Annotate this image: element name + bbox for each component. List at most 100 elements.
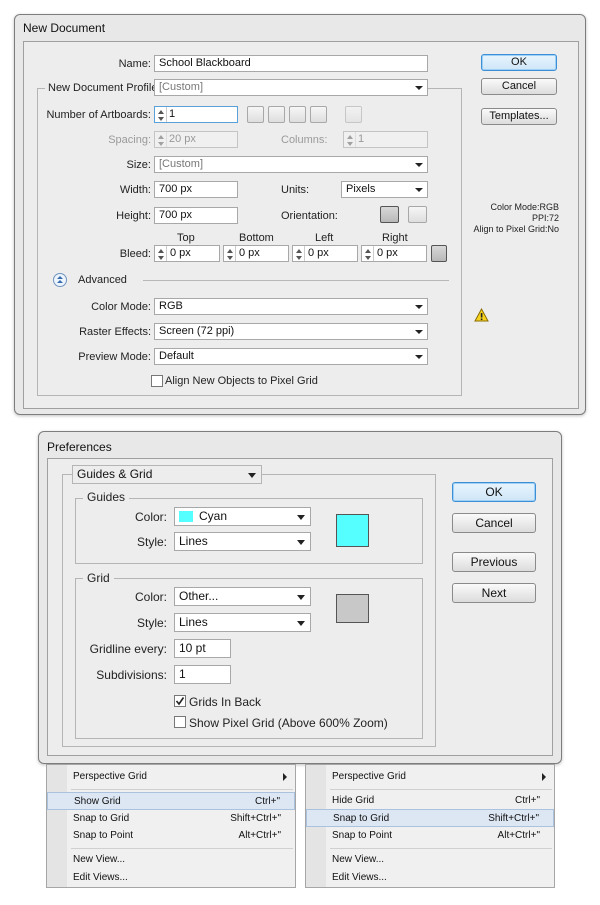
- align-pixel-grid-checkbox[interactable]: [151, 375, 163, 387]
- menu-item-perspective-grid[interactable]: Perspective Grid: [306, 768, 554, 786]
- preferences-dialog: Preferences Guides & Grid Guides Color: …: [38, 431, 562, 764]
- grid-color-select[interactable]: Other...: [174, 587, 311, 606]
- profile-value: [Custom]: [159, 81, 204, 93]
- color-mode-value: RGB: [159, 300, 183, 312]
- chevron-down-icon: [297, 540, 305, 545]
- bleed-top-input[interactable]: 0 px: [154, 245, 220, 262]
- guides-color-label: Color:: [134, 510, 167, 524]
- align-pixel-grid-label: Align New Objects to Pixel Grid: [165, 375, 318, 387]
- menu-item-hide-grid[interactable]: Hide Grid Ctrl+": [306, 792, 554, 810]
- menu-item-snap-to-grid[interactable]: Snap to Grid Shift+Ctrl+": [306, 809, 554, 827]
- grid-color-swatch[interactable]: [336, 594, 369, 623]
- profile-select[interactable]: [Custom]: [154, 79, 428, 96]
- chevron-right-icon: [283, 773, 287, 781]
- guides-color-swatch[interactable]: [336, 514, 369, 547]
- ok-button[interactable]: OK: [481, 54, 557, 71]
- checkmark-icon: [175, 697, 185, 706]
- guides-color-select[interactable]: Cyan: [174, 507, 311, 526]
- previous-button[interactable]: Previous: [452, 552, 536, 572]
- bleed-bottom-stepper-icon[interactable]: [225, 246, 236, 261]
- show-pixel-grid-label: Show Pixel Grid (Above 600% Zoom): [189, 716, 388, 730]
- columns-stepper-icon[interactable]: [345, 132, 356, 147]
- units-label: Units:: [281, 184, 310, 196]
- info-align-pixel-grid: Align to Pixel Grid:No: [473, 224, 559, 234]
- orientation-label: Orientation:: [281, 210, 338, 222]
- cancel-button[interactable]: Cancel: [481, 78, 557, 95]
- bleed-right-stepper-icon[interactable]: [363, 246, 374, 261]
- width-input[interactable]: 700 px: [154, 181, 238, 198]
- chevron-down-icon: [297, 515, 305, 520]
- menu-item-perspective-grid[interactable]: Perspective Grid: [47, 768, 295, 786]
- bleed-top-stepper-icon[interactable]: [156, 246, 167, 261]
- artboards-input[interactable]: 1: [154, 106, 238, 123]
- raster-effects-select[interactable]: Screen (72 ppi): [154, 323, 428, 340]
- menu-item-show-grid[interactable]: Show Grid Ctrl+": [47, 792, 295, 810]
- bleed-bottom-input[interactable]: 0 px: [223, 245, 289, 262]
- menu-item-snap-to-point[interactable]: Snap to Point Alt+Ctrl+": [47, 827, 295, 845]
- arrange-by-column-icon[interactable]: [310, 106, 327, 123]
- spacing-label: Spacing:: [108, 134, 151, 146]
- units-select[interactable]: Pixels: [341, 181, 428, 198]
- columns-value: 1: [358, 133, 365, 145]
- bleed-left-input[interactable]: 0 px: [292, 245, 358, 262]
- dialog-title: New Document: [23, 21, 106, 35]
- spacing-stepper-icon[interactable]: [156, 132, 167, 147]
- size-select[interactable]: [Custom]: [154, 156, 428, 173]
- ok-button[interactable]: OK: [452, 482, 536, 502]
- bleed-left-stepper-icon[interactable]: [294, 246, 305, 261]
- bleed-top-value: 0 px: [170, 247, 191, 259]
- subdivisions-label: Subdivisions:: [96, 668, 167, 682]
- preview-mode-select[interactable]: Default: [154, 348, 428, 365]
- advanced-label: Advanced: [78, 274, 127, 286]
- chevron-down-icon: [415, 163, 423, 167]
- gridline-every-input[interactable]: 10 pt: [174, 639, 231, 658]
- link-bleed-icon[interactable]: [431, 245, 447, 262]
- section-select[interactable]: Guides & Grid: [72, 465, 262, 484]
- grid-by-row-icon[interactable]: [247, 106, 264, 123]
- warning-icon: [474, 308, 489, 322]
- bleed-right-input[interactable]: 0 px: [361, 245, 427, 262]
- columns-label: Columns:: [281, 134, 328, 146]
- grids-in-back-checkbox[interactable]: [174, 695, 186, 707]
- color-mode-select[interactable]: RGB: [154, 298, 428, 315]
- change-layout-direction-icon[interactable]: [345, 106, 362, 123]
- chevron-down-icon: [297, 621, 305, 626]
- spacing-input[interactable]: 20 px: [154, 131, 238, 148]
- columns-input[interactable]: 1: [343, 131, 428, 148]
- grid-style-select[interactable]: Lines: [174, 613, 311, 632]
- menu-item-snap-to-point[interactable]: Snap to Point Alt+Ctrl+": [306, 827, 554, 845]
- bleed-right-label: Right: [382, 232, 408, 244]
- portrait-orientation-icon[interactable]: [380, 206, 399, 223]
- grids-in-back-label: Grids In Back: [189, 695, 262, 709]
- menu-item-edit-views[interactable]: Edit Views...: [47, 869, 295, 887]
- chevron-down-icon: [415, 305, 423, 309]
- chevron-right-icon: [542, 773, 546, 781]
- bleed-left-value: 0 px: [308, 247, 329, 259]
- color-mode-label: Color Mode:: [91, 301, 151, 313]
- name-input[interactable]: School Blackboard: [154, 55, 428, 72]
- menu-item-snap-to-grid[interactable]: Snap to Grid Shift+Ctrl+": [47, 810, 295, 828]
- templates-button[interactable]: Templates...: [481, 108, 557, 125]
- subdivisions-input[interactable]: 1: [174, 665, 231, 684]
- view-menu-right: Perspective Grid Hide Grid Ctrl+" Snap t…: [305, 764, 555, 888]
- grid-by-column-icon[interactable]: [268, 106, 285, 123]
- menu-separator: [330, 789, 552, 790]
- preview-mode-label: Preview Mode:: [78, 351, 151, 363]
- menu-item-edit-views[interactable]: Edit Views...: [306, 869, 554, 887]
- menu-separator: [330, 848, 552, 849]
- advanced-toggle-icon[interactable]: [53, 273, 67, 287]
- landscape-orientation-icon[interactable]: [408, 206, 427, 223]
- grid-style-value: Lines: [179, 615, 208, 629]
- guides-style-select[interactable]: Lines: [174, 532, 311, 551]
- menu-item-new-view[interactable]: New View...: [47, 851, 295, 869]
- height-input[interactable]: 700 px: [154, 207, 238, 224]
- spacing-value: 20 px: [169, 133, 196, 145]
- arrange-by-row-icon[interactable]: [289, 106, 306, 123]
- menu-item-new-view[interactable]: New View...: [306, 851, 554, 869]
- new-document-dialog: New Document Name: School Blackboard New…: [14, 14, 586, 415]
- show-pixel-grid-checkbox[interactable]: [174, 716, 186, 728]
- next-button[interactable]: Next: [452, 583, 536, 603]
- artboards-stepper-icon[interactable]: [156, 107, 167, 122]
- cancel-button[interactable]: Cancel: [452, 513, 536, 533]
- info-color-mode: Color Mode:RGB: [490, 202, 559, 212]
